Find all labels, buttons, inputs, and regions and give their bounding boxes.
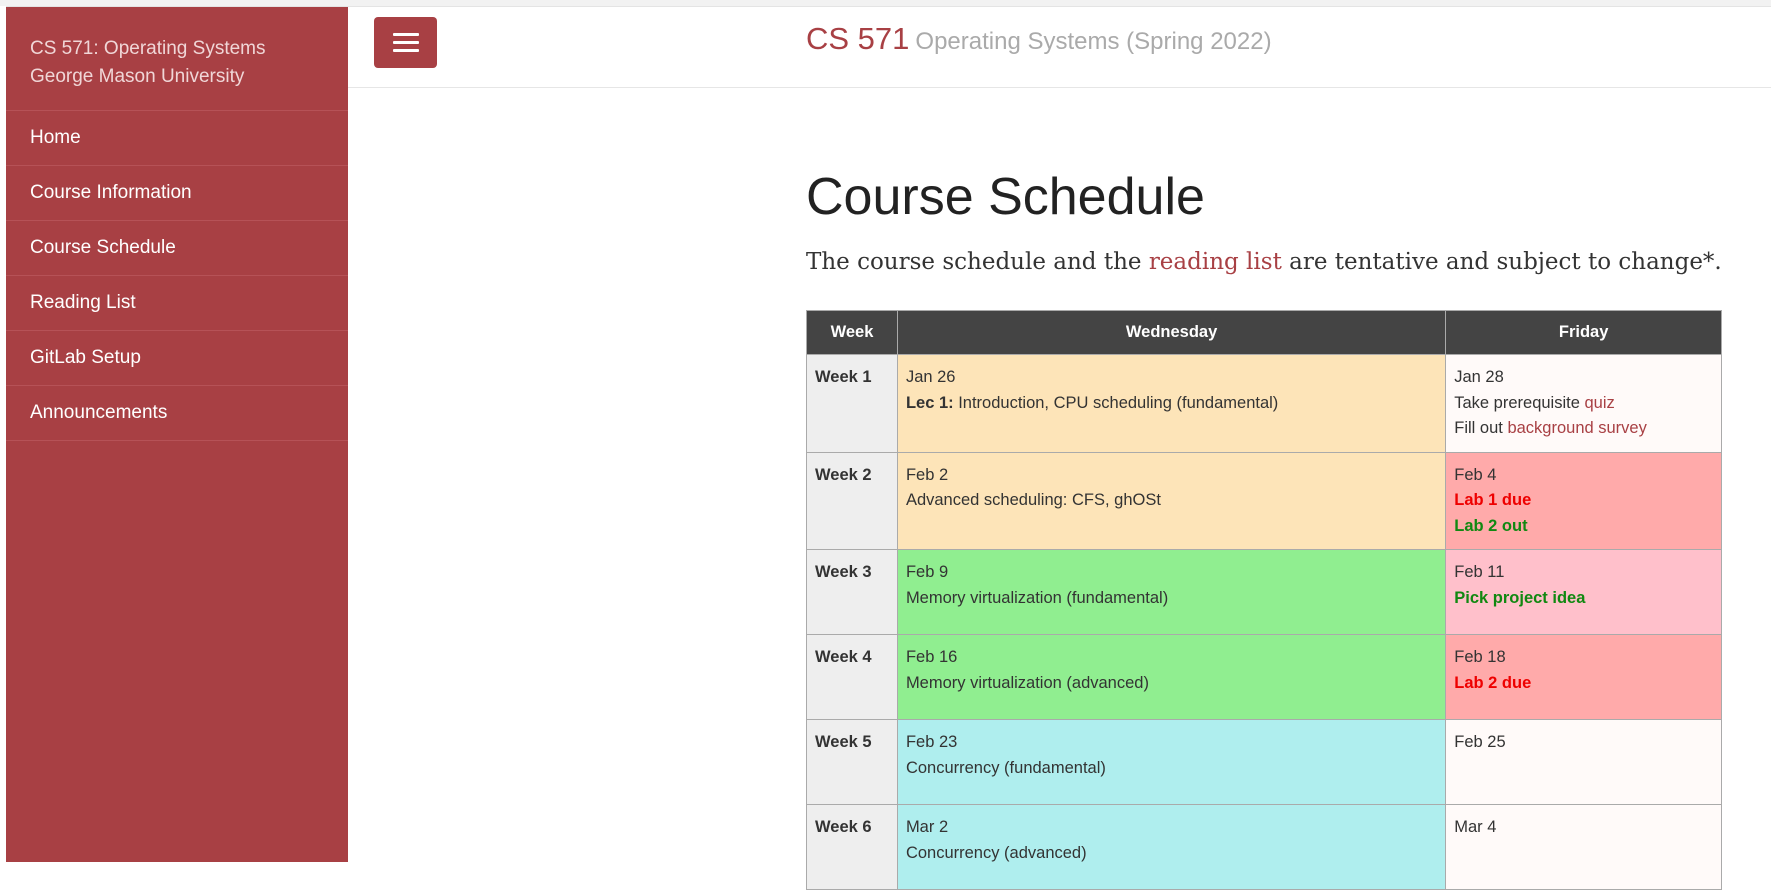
reading-list-link[interactable]: reading list: [1149, 249, 1282, 275]
friday-date: Feb 18: [1454, 648, 1506, 666]
wednesday-cell: Feb 16 Memory virtualization (advanced): [896, 634, 1447, 720]
week-cell: Week 4: [806, 634, 898, 720]
wednesday-topic: Advanced scheduling: CFS, ghOSt: [905, 491, 1161, 509]
friday-cell: Mar 4: [1445, 804, 1722, 890]
table-row: Week 5 Feb 23 Concurrency (fundamental) …: [806, 719, 1722, 805]
friday-date: Feb 4: [1454, 465, 1497, 484]
release-note: Lab 2 out: [1454, 516, 1528, 535]
week-cell: Week 1: [806, 354, 898, 453]
schedule-table: Week Wednesday Friday Week 1 Jan 26 Lec …: [806, 310, 1722, 890]
friday-cell: Feb 4 Lab 1 due Lab 2 out: [1445, 451, 1722, 550]
wednesday-cell: Feb 2 Advanced scheduling: CFS, ghOSt: [896, 451, 1447, 550]
wednesday-date: Jan 26: [905, 368, 956, 386]
table-row: Week 6 Mar 2 Concurrency (advanced) Mar …: [806, 804, 1722, 890]
wednesday-topic: Concurrency (fundamental): [905, 758, 1106, 777]
brand-course-subtitle: Operating Systems (Spring 2022): [915, 28, 1272, 55]
sidebar-item-gitlab-setup[interactable]: GitLab Setup: [6, 331, 348, 386]
table-row: Week 2 Feb 2 Advanced scheduling: CFS, g…: [806, 451, 1722, 550]
sidebar-item-course-schedule[interactable]: Course Schedule: [6, 221, 348, 276]
friday-cell: Feb 25: [1445, 719, 1722, 805]
sidebar-item-home[interactable]: Home: [6, 111, 348, 166]
wednesday-date: Feb 23: [905, 733, 958, 751]
week-cell: Week 5: [806, 719, 898, 805]
table-header-row: Week Wednesday Friday: [806, 310, 1722, 355]
wednesday-topic-text: Introduction, CPU scheduling (fundamenta…: [953, 393, 1279, 412]
friday-note-text: Fill out: [1454, 419, 1508, 437]
friday-note-text: Take prerequisite: [1454, 393, 1585, 412]
friday-date: Feb 25: [1454, 733, 1506, 751]
hamburger-icon-bar: [392, 49, 419, 52]
wednesday-topic: Concurrency (advanced): [905, 843, 1087, 862]
sidebar-item-announcements[interactable]: Announcements: [6, 386, 348, 441]
friday-note: Fill out background survey: [1454, 416, 1713, 442]
wednesday-date: Feb 16: [905, 648, 958, 666]
wednesday-cell: Mar 2 Concurrency (advanced): [896, 804, 1447, 890]
sidebar-university-name: George Mason University: [30, 66, 245, 87]
wednesday-topic: Memory virtualization (advanced): [905, 673, 1149, 692]
table-row: Week 1 Jan 26 Lec 1: Introduction, CPU s…: [806, 354, 1722, 453]
sidebar: CS 571: Operating Systems George Mason U…: [6, 7, 348, 862]
hamburger-icon-bar: [392, 41, 419, 44]
friday-cell: Feb 11 Pick project idea: [1445, 549, 1722, 635]
wednesday-topic: Lec 1: Introduction, CPU scheduling (fun…: [906, 391, 1437, 417]
friday-date: Mar 4: [1454, 818, 1497, 836]
table-row: Week 4 Feb 16 Memory virtualization (adv…: [806, 634, 1722, 720]
friday-note: Take prerequisite quiz: [1454, 391, 1713, 417]
intro-text-before: The course schedule and the: [806, 249, 1149, 275]
friday-cell: Feb 18 Lab 2 due: [1445, 634, 1722, 720]
milestone-note: Pick project idea: [1454, 588, 1586, 607]
wednesday-topic: Memory virtualization (fundamental): [905, 588, 1169, 607]
background-survey-link[interactable]: background survey: [1507, 419, 1646, 437]
sidebar-course-name: CS 571: Operating Systems: [30, 38, 266, 59]
deadline-note: Lab 2 due: [1454, 673, 1532, 692]
table-row: Week 3 Feb 9 Memory virtualization (fund…: [806, 549, 1722, 635]
page-frame: CS 571: Operating Systems George Mason U…: [6, 6, 1771, 890]
column-header-week: Week: [806, 310, 898, 355]
week-cell: Week 6: [806, 804, 898, 890]
page-title: Course Schedule: [806, 168, 1205, 226]
wednesday-date: Mar 2: [905, 818, 949, 836]
sidebar-header: CS 571: Operating Systems George Mason U…: [6, 7, 348, 111]
wednesday-cell: Feb 23 Concurrency (fundamental): [896, 719, 1447, 805]
friday-date: Feb 11: [1454, 563, 1505, 581]
week-cell: Week 2: [806, 451, 898, 550]
sidebar-item-reading-list[interactable]: Reading List: [6, 276, 348, 331]
column-header-friday: Friday: [1445, 310, 1722, 355]
deadline-note: Lab 1 due: [1454, 491, 1532, 509]
week-cell: Week 3: [806, 549, 898, 635]
intro-text: The course schedule and the reading list…: [806, 249, 1722, 275]
lecture-label: Lec 1:: [905, 393, 954, 412]
hamburger-menu-button[interactable]: [374, 17, 437, 68]
intro-text-after: are tentative and subject to change*.: [1281, 249, 1722, 275]
friday-date: Jan 28: [1454, 368, 1504, 386]
column-header-wednesday: Wednesday: [896, 310, 1447, 355]
hamburger-icon-bar: [392, 33, 419, 36]
wednesday-date: Feb 2: [905, 465, 949, 484]
wednesday-cell: Feb 9 Memory virtualization (fundamental…: [896, 549, 1447, 635]
site-brand[interactable]: CS 571 Operating Systems (Spring 2022): [806, 21, 1272, 57]
wednesday-cell: Jan 26 Lec 1: Introduction, CPU scheduli…: [896, 354, 1447, 453]
friday-cell: Jan 28 Take prerequisite quiz Fill out b…: [1445, 354, 1722, 453]
quiz-link[interactable]: quiz: [1585, 394, 1615, 412]
brand-course-code: CS 571: [806, 21, 910, 56]
top-bar: CS 571 Operating Systems (Spring 2022): [348, 7, 1771, 88]
sidebar-item-course-information[interactable]: Course Information: [6, 166, 348, 221]
wednesday-date: Feb 9: [905, 563, 949, 581]
